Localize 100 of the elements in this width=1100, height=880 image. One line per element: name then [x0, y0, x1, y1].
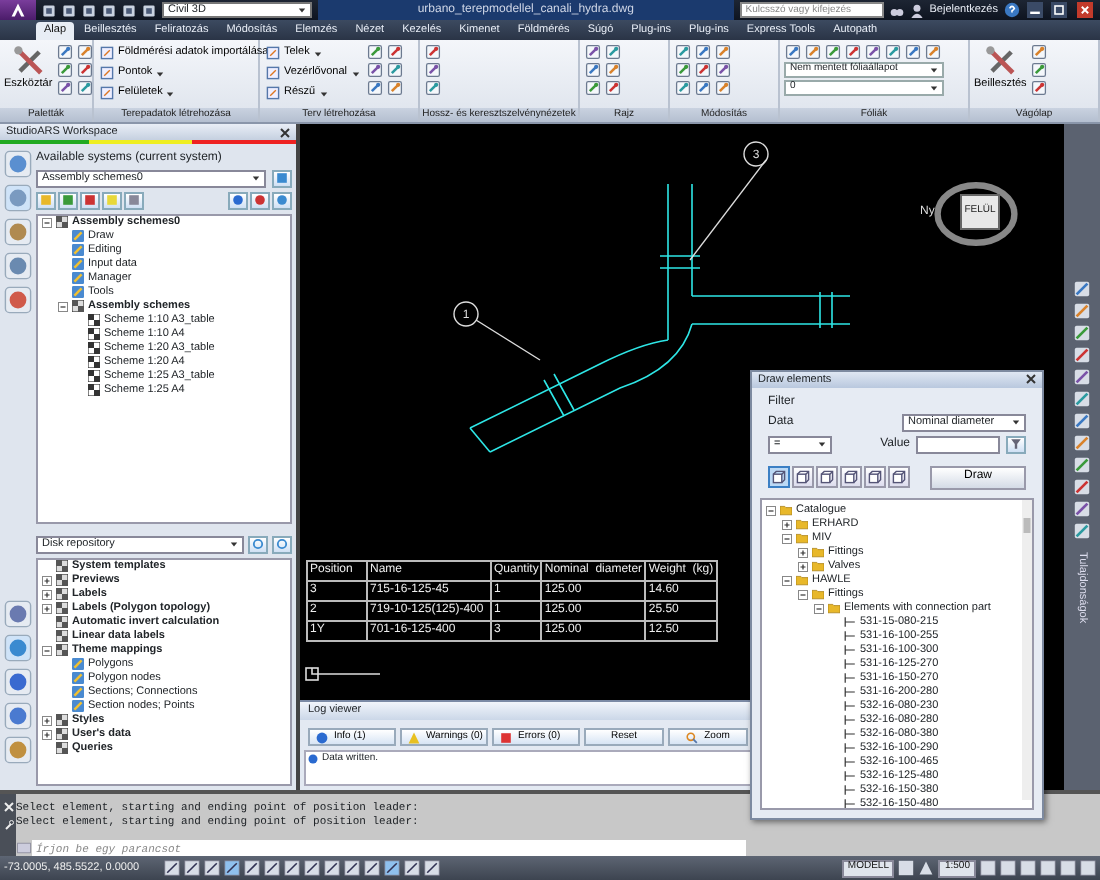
- tool-icon[interactable]: [385, 44, 403, 60]
- toolbar-button[interactable]: [272, 535, 292, 554]
- tool-icon[interactable]: [4, 218, 32, 246]
- expand-icon[interactable]: [42, 603, 52, 614]
- status-toggle-icon[interactable]: [204, 860, 220, 876]
- view-button[interactable]: [768, 466, 790, 489]
- binoculars-icon[interactable]: [889, 3, 904, 17]
- tool-icon[interactable]: [424, 44, 442, 60]
- tool-icon[interactable]: [56, 80, 75, 96]
- tool-icon[interactable]: [714, 80, 732, 96]
- annotation-icon[interactable]: [918, 860, 935, 876]
- collapse-icon[interactable]: [782, 575, 792, 586]
- tool-icon[interactable]: [784, 44, 802, 60]
- close-icon[interactable]: [1026, 374, 1036, 385]
- status-toggle-icon[interactable]: [404, 860, 420, 876]
- status-toggle-icon[interactable]: [304, 860, 320, 876]
- status-toggle-icon[interactable]: [424, 860, 440, 876]
- tool-icon[interactable]: [1072, 500, 1092, 518]
- expand-icon[interactable]: [798, 547, 808, 558]
- status-toggle-icon[interactable]: [324, 860, 340, 876]
- tool-icon[interactable]: [924, 44, 942, 60]
- filter-button[interactable]: [1006, 435, 1026, 454]
- help-icon[interactable]: [1004, 2, 1020, 18]
- tool-icon[interactable]: [1072, 346, 1092, 364]
- tool-icon[interactable]: [76, 62, 95, 78]
- collapse-icon[interactable]: [42, 217, 52, 228]
- collapse-icon[interactable]: [58, 301, 68, 312]
- application-menu-button[interactable]: [0, 0, 36, 20]
- tool-icon[interactable]: [56, 44, 75, 60]
- tool-icon[interactable]: [694, 44, 712, 60]
- toolbar-button[interactable]: [272, 191, 292, 210]
- tool-icon[interactable]: [844, 44, 862, 60]
- collapse-icon[interactable]: [798, 589, 808, 600]
- tool-icon[interactable]: [1072, 302, 1092, 320]
- tool-icon[interactable]: [824, 44, 842, 60]
- tool-icon[interactable]: [424, 80, 442, 96]
- view-button[interactable]: [816, 466, 838, 489]
- tool-icon[interactable]: [604, 44, 622, 60]
- tool-icon[interactable]: [1072, 390, 1092, 408]
- tool-icon[interactable]: [674, 80, 692, 96]
- close-icon[interactable]: [280, 127, 290, 137]
- tool-icon[interactable]: [604, 80, 622, 96]
- tool-icon[interactable]: [76, 44, 95, 60]
- expand-icon[interactable]: [782, 519, 792, 530]
- tool-icon[interactable]: [365, 80, 383, 96]
- status-toggle-icon[interactable]: [364, 860, 380, 876]
- app-icon[interactable]: [4, 736, 32, 764]
- refresh-button[interactable]: [272, 169, 292, 188]
- expand-icon[interactable]: [42, 589, 52, 600]
- status-toggle-icon[interactable]: [224, 860, 240, 876]
- tool-icon[interactable]: [1030, 80, 1049, 96]
- status-toggle-icon[interactable]: [284, 860, 300, 876]
- tool-icon[interactable]: [1072, 368, 1092, 386]
- tool-icon[interactable]: [1072, 280, 1092, 298]
- toolbar-button[interactable]: [248, 535, 268, 554]
- tool-icon[interactable]: [1030, 44, 1049, 60]
- status-toggle-icon[interactable]: [264, 860, 280, 876]
- tool-icon[interactable]: [1072, 434, 1092, 452]
- tool-icon[interactable]: [1030, 62, 1049, 78]
- collapse-icon[interactable]: [42, 645, 52, 656]
- app-icon[interactable]: [4, 634, 32, 662]
- value-field[interactable]: [916, 435, 1000, 454]
- tool-icon[interactable]: [674, 62, 692, 78]
- collapse-icon[interactable]: [782, 533, 792, 544]
- collapse-icon[interactable]: [766, 505, 776, 516]
- expand-icon[interactable]: [42, 575, 52, 586]
- tool-icon[interactable]: [424, 62, 442, 78]
- tool-icon[interactable]: [714, 62, 732, 78]
- tool-icon[interactable]: [4, 184, 32, 212]
- expand-icon[interactable]: [42, 729, 52, 740]
- tool-icon[interactable]: [694, 80, 712, 96]
- app-icon[interactable]: [4, 668, 32, 696]
- minimize-icon[interactable]: [1026, 2, 1044, 18]
- tool-icon[interactable]: [76, 80, 95, 96]
- maximize-icon[interactable]: [1050, 2, 1068, 18]
- close-icon[interactable]: [1074, 2, 1096, 18]
- view-button[interactable]: [840, 466, 862, 489]
- toolbar-button[interactable]: [250, 191, 270, 210]
- status-toggle-icon[interactable]: [164, 860, 180, 876]
- expand-icon[interactable]: [798, 561, 808, 572]
- tool-icon[interactable]: [674, 44, 692, 60]
- tool-icon[interactable]: [904, 44, 922, 60]
- tool-icon[interactable]: [1072, 522, 1092, 540]
- tool-icon[interactable]: [584, 80, 602, 96]
- tool-icon[interactable]: [1072, 412, 1092, 430]
- layout-icon[interactable]: [898, 860, 915, 876]
- status-toggle-icon[interactable]: [184, 860, 200, 876]
- tool-icon[interactable]: [385, 62, 403, 78]
- view-button[interactable]: [888, 466, 910, 489]
- tool-icon[interactable]: [1072, 324, 1092, 342]
- tool-icon[interactable]: [365, 44, 383, 60]
- view-button[interactable]: [864, 466, 886, 489]
- toolbar-button[interactable]: [228, 191, 248, 210]
- view-button[interactable]: [792, 466, 814, 489]
- tool-icon[interactable]: [385, 80, 403, 96]
- tool-icon[interactable]: [4, 252, 32, 280]
- tool-icon[interactable]: [56, 62, 75, 78]
- tool-icon[interactable]: [804, 44, 822, 60]
- tool-icon[interactable]: [584, 62, 602, 78]
- tool-icon[interactable]: [1072, 478, 1092, 496]
